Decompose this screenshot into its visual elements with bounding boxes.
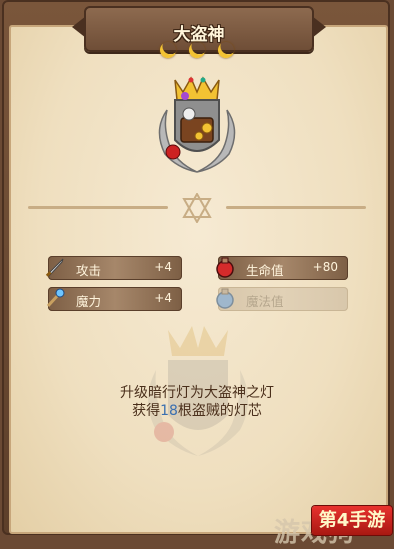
red-potion-icon xyxy=(212,254,238,280)
crescent-moon-icon xyxy=(215,39,237,61)
stat-label: 魔力 xyxy=(76,294,102,309)
crescent-moon-icon xyxy=(186,39,208,61)
magic-staff-icon xyxy=(42,285,68,311)
stat-value: +4 xyxy=(154,260,172,274)
stat-value: +80 xyxy=(312,260,338,274)
stat-label: 魔法值 xyxy=(246,294,284,309)
divider-line xyxy=(226,206,366,209)
reward-suffix: 根盗贼的灯芯 xyxy=(177,403,262,419)
stat-label: 生命值 xyxy=(246,263,284,278)
divider-line xyxy=(28,206,168,209)
ornament-divider xyxy=(28,193,366,223)
stat-health: 生命值 +80 xyxy=(216,256,348,280)
reward-prefix: 获得 xyxy=(132,403,161,419)
upgrade-text: 升级暗行灯为大盗神之灯 xyxy=(60,382,334,402)
reward-text: 获得18根盗贼的灯芯 xyxy=(60,400,334,420)
sword-icon xyxy=(42,254,68,280)
stat-mana: 魔法值 xyxy=(216,287,348,311)
thief-god-emblem-icon xyxy=(158,76,236,173)
site-logo: 第4手游 xyxy=(312,506,392,535)
reward-count: 18 xyxy=(160,403,178,419)
rank-moons xyxy=(160,40,234,60)
stat-label: 攻击 xyxy=(76,263,102,278)
blue-potion-icon xyxy=(212,285,238,311)
stat-attack: 攻击 +4 xyxy=(45,256,182,280)
hexagram-star-icon xyxy=(182,193,212,223)
crescent-moon-icon xyxy=(157,39,179,61)
stat-value: +4 xyxy=(154,291,172,305)
stat-magic: 魔力 +4 xyxy=(46,287,182,311)
upgrade-line1: 升级暗行灯为大盗神之灯 xyxy=(120,385,274,401)
